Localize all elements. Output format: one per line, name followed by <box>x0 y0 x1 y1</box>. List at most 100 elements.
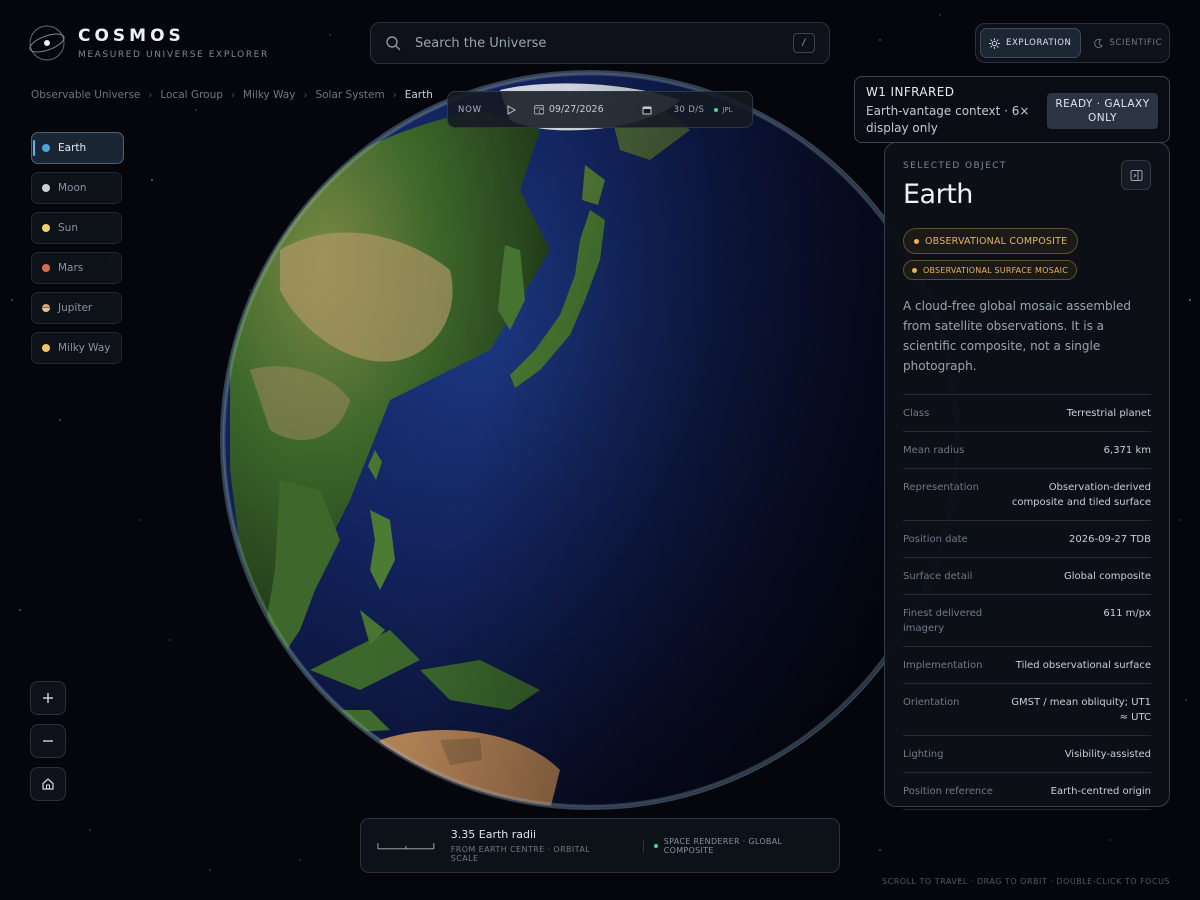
date-value: 09/27/2026 <box>548 104 604 115</box>
property-row: Representation Observation-derived compo… <box>903 469 1151 521</box>
calendar-icon[interactable] <box>642 105 652 115</box>
app-title: COSMOS <box>78 26 185 46</box>
scale-reference: FROM EARTH CENTRE · ORBITAL SCALE <box>450 845 591 863</box>
selected-object-panel: SELECTED OBJECT Earth OBSERVATIONAL COMP… <box>884 142 1170 810</box>
live-status-dot <box>714 107 719 112</box>
app-subtitle: MEASURED UNIVERSE EXPLORER <box>78 50 269 60</box>
breadcrumb-separator: › <box>392 89 397 101</box>
breadcrumb-milky-way[interactable]: Milky Way <box>243 89 296 101</box>
property-row: Lighting Visibility-assisted <box>903 736 1151 773</box>
breadcrumb-separator: › <box>230 89 235 101</box>
breadcrumb: Observable Universe › Local Group › Milk… <box>31 89 433 101</box>
property-key: Representation <box>903 482 979 493</box>
object-title: Earth <box>903 179 973 210</box>
property-value: Earth-centred origin <box>1050 786 1151 797</box>
moon-dot-icon <box>42 184 50 192</box>
ephemeris-source: JPL <box>714 106 733 114</box>
breadcrumb-solar-system[interactable]: Solar System <box>315 89 384 101</box>
home-icon <box>42 778 54 790</box>
breadcrumb-separator: › <box>303 89 308 101</box>
collapse-panel-button[interactable] <box>1121 160 1151 190</box>
property-key: Lighting <box>903 749 944 760</box>
observational-composite-badge: OBSERVATIONAL COMPOSITE <box>903 228 1079 254</box>
search-bar[interactable]: / <box>370 22 830 64</box>
milky-way-dot-icon <box>42 344 50 352</box>
property-key: Position reference <box>903 786 993 797</box>
mode-scientific-button[interactable]: SCIENTIFIC <box>1085 28 1171 58</box>
w1-status-badge: READY · GALAXY ONLY <box>1047 93 1158 129</box>
sidebar-item-label: Jupiter <box>58 302 93 314</box>
brand[interactable]: COSMOS MEASURED UNIVERSE EXPLORER <box>28 24 269 62</box>
earth-globe[interactable] <box>220 70 960 810</box>
breadcrumb-observable-universe[interactable]: Observable Universe <box>31 89 140 101</box>
mars-dot-icon <box>42 264 50 272</box>
property-row: Position reference Earth-centred origin <box>903 773 1151 810</box>
renderer-label: SPACE RENDERER · GLOBAL COMPOSITE <box>663 836 783 855</box>
scale-bar: 3.35 Earth radii FROM EARTH CENTRE · ORB… <box>360 818 840 873</box>
sidebar-item-label: Sun <box>58 222 78 234</box>
scale-distance: 3.35 Earth radii <box>450 828 537 841</box>
sidebar-item-jupiter[interactable]: Jupiter <box>31 292 122 324</box>
home-button[interactable] <box>30 767 66 801</box>
breadcrumb-earth: Earth <box>404 89 433 101</box>
property-key: Orientation <box>903 697 960 708</box>
badge-label: OBSERVATIONAL SURFACE MOSAIC <box>923 265 1069 275</box>
property-row: Surface detail Global composite <box>903 558 1151 595</box>
mode-scientific-label: SCIENTIFIC <box>1109 38 1163 48</box>
property-row: Implementation Tiled observational surfa… <box>903 647 1151 684</box>
earth-dot-icon <box>42 144 50 152</box>
mode-exploration-button[interactable]: EXPLORATION <box>980 28 1081 58</box>
badge-dot <box>914 238 919 244</box>
divider <box>643 838 645 853</box>
sidebar-item-milky-way[interactable]: Milky Way <box>31 332 122 364</box>
time-rate[interactable]: 30 D/S <box>674 105 705 115</box>
sidebar-item-moon[interactable]: Moon <box>31 172 122 204</box>
property-value: Visibility-assisted <box>1064 749 1151 760</box>
property-value: 2026-09-27 TDB <box>1069 534 1151 545</box>
moon-icon <box>1093 38 1103 48</box>
property-value: 6,371 km <box>1103 445 1151 456</box>
sidebar-item-label: Mars <box>58 262 84 274</box>
renderer-status-dot <box>654 843 658 848</box>
minus-icon <box>43 740 53 742</box>
calendar-clock-icon <box>533 105 544 115</box>
now-button[interactable]: NOW <box>458 105 482 115</box>
surface-mosaic-badge: OBSERVATIONAL SURFACE MOSAIC <box>903 260 1078 280</box>
date-input[interactable]: 09/27/2026 <box>533 104 604 115</box>
property-row: Class Terrestrial planet <box>903 395 1151 432</box>
time-controls: NOW 09/27/2026 30 D/S JPL <box>447 91 753 128</box>
sun-icon <box>989 37 1000 49</box>
property-list: Class Terrestrial planet Mean radius 6,3… <box>903 394 1151 810</box>
badge-label: OBSERVATIONAL COMPOSITE <box>925 235 1068 247</box>
breadcrumb-local-group[interactable]: Local Group <box>160 89 223 101</box>
property-value: Observation-derived composite and tiled … <box>1011 482 1151 508</box>
sidebar-item-mars[interactable]: Mars <box>31 252 122 284</box>
zoom-out-button[interactable] <box>30 724 66 758</box>
sidebar-item-sun[interactable]: Sun <box>31 212 122 244</box>
breadcrumb-separator: › <box>148 89 153 101</box>
property-row: Mean radius 6,371 km <box>903 432 1151 469</box>
panel-label: SELECTED OBJECT <box>903 161 1007 171</box>
sidebar-item-earth[interactable]: Earth <box>31 132 124 164</box>
ruler-icon <box>377 842 435 849</box>
renderer-status: SPACE RENDERER · GLOBAL COMPOSITE <box>654 837 823 855</box>
property-key: Finest delivered imagery <box>903 608 983 634</box>
property-value: 611 m/px <box>1103 608 1151 619</box>
object-description: A cloud-free global mosaic assembled fro… <box>903 299 1131 373</box>
mode-toggle[interactable]: EXPLORATION SCIENTIFIC <box>975 23 1170 63</box>
property-row: Orientation GMST / mean obliquity; UT1 ≈… <box>903 684 1151 736</box>
property-row: Position date 2026-09-27 TDB <box>903 521 1151 558</box>
mode-exploration-label: EXPLORATION <box>1006 38 1072 48</box>
property-value: Terrestrial planet <box>1066 408 1151 419</box>
property-key: Position date <box>903 534 968 545</box>
search-input[interactable] <box>415 35 793 51</box>
badge-dot <box>912 267 917 273</box>
cosmos-logo-icon <box>29 25 65 61</box>
sun-dot-icon <box>42 224 50 232</box>
property-value: Global composite <box>1064 571 1151 582</box>
property-key: Implementation <box>903 660 983 671</box>
sidebar-item-label: Milky Way <box>58 342 111 354</box>
property-key: Mean radius <box>903 445 965 456</box>
zoom-in-button[interactable] <box>30 681 66 715</box>
play-icon[interactable] <box>506 104 516 115</box>
